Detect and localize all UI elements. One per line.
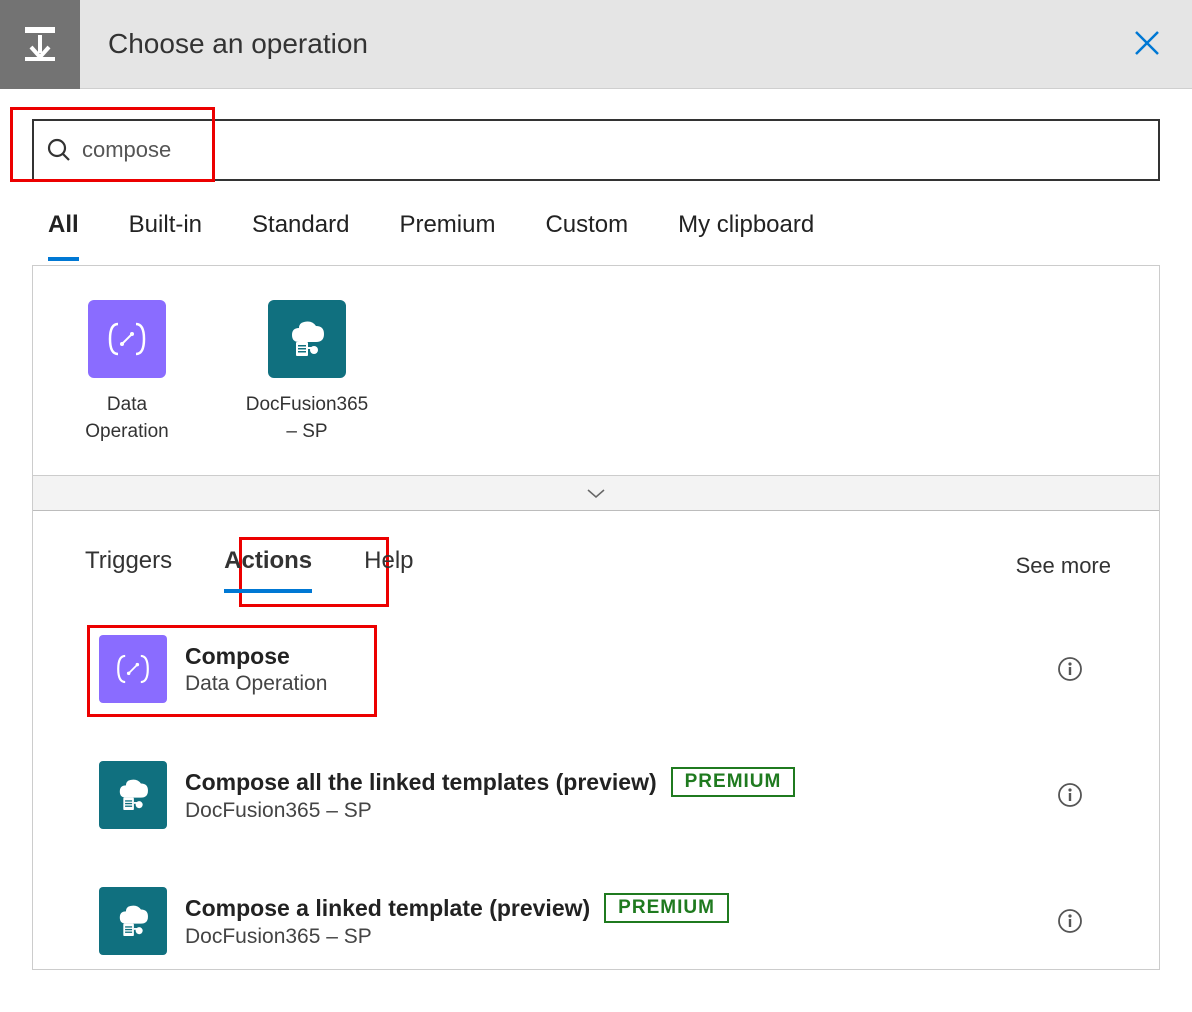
premium-badge: PREMIUM — [671, 767, 796, 797]
chevron-down-icon — [585, 486, 607, 500]
action-compose-linked-template[interactable]: Compose a linked template (preview) PREM… — [93, 873, 1099, 969]
close-button[interactable] — [1132, 28, 1162, 63]
data-operation-icon — [99, 635, 167, 703]
actions-section: Triggers Actions Help See more — [33, 511, 1159, 969]
tab-custom[interactable]: Custom — [545, 211, 628, 255]
search-input[interactable] — [82, 137, 1146, 163]
dialog-header: Choose an operation — [0, 0, 1192, 89]
docfusion-icon — [99, 761, 167, 829]
info-icon[interactable] — [1057, 782, 1083, 808]
expand-toggle[interactable] — [33, 475, 1159, 511]
action-title: Compose all the linked templates (previe… — [185, 769, 657, 796]
action-type-tabs: Triggers Actions Help — [81, 541, 418, 591]
premium-badge: PREMIUM — [604, 893, 729, 923]
tab-triggers[interactable]: Triggers — [81, 541, 176, 591]
tab-actions[interactable]: Actions — [220, 541, 316, 591]
action-compose-all-linked-templates[interactable]: Compose all the linked templates (previe… — [93, 747, 1099, 843]
connector-docfusion365[interactable]: DocFusion365 – SP — [247, 300, 367, 445]
data-operation-icon — [88, 300, 166, 378]
tab-built-in[interactable]: Built-in — [129, 211, 202, 255]
action-subtitle: Data Operation — [185, 672, 1057, 696]
docfusion-icon — [268, 300, 346, 378]
search-row — [0, 89, 1192, 181]
close-icon — [1132, 28, 1162, 58]
connectors-grid: Data Operation DocFusion365 – SP — [33, 266, 1159, 475]
action-title: Compose — [185, 643, 290, 670]
see-more-link[interactable]: See more — [1016, 553, 1111, 579]
tab-premium[interactable]: Premium — [399, 211, 495, 255]
tab-my-clipboard[interactable]: My clipboard — [678, 211, 814, 255]
docfusion-icon — [99, 887, 167, 955]
action-list: Compose Data Operation — [81, 591, 1111, 969]
action-compose[interactable]: Compose Data Operation — [93, 621, 1099, 717]
insert-step-icon — [19, 23, 61, 65]
action-title: Compose a linked template (preview) — [185, 895, 590, 922]
connector-data-operation[interactable]: Data Operation — [67, 300, 187, 445]
connector-label: DocFusion365 – SP — [246, 392, 369, 445]
search-input-container[interactable] — [32, 119, 1160, 181]
action-subtitle: DocFusion365 – SP — [185, 925, 1057, 949]
connectors-panel: Data Operation DocFusion365 – SP — [32, 265, 1160, 970]
tab-standard[interactable]: Standard — [252, 211, 349, 255]
operation-step-icon — [0, 0, 80, 89]
info-icon[interactable] — [1057, 908, 1083, 934]
dialog-title: Choose an operation — [108, 28, 368, 60]
category-tabs: All Built-in Standard Premium Custom My … — [0, 181, 1192, 255]
connector-label: Data Operation — [67, 392, 187, 445]
tab-all[interactable]: All — [48, 211, 79, 255]
info-icon[interactable] — [1057, 656, 1083, 682]
search-icon — [46, 137, 72, 163]
action-subtitle: DocFusion365 – SP — [185, 799, 1057, 823]
tab-help[interactable]: Help — [360, 541, 417, 591]
